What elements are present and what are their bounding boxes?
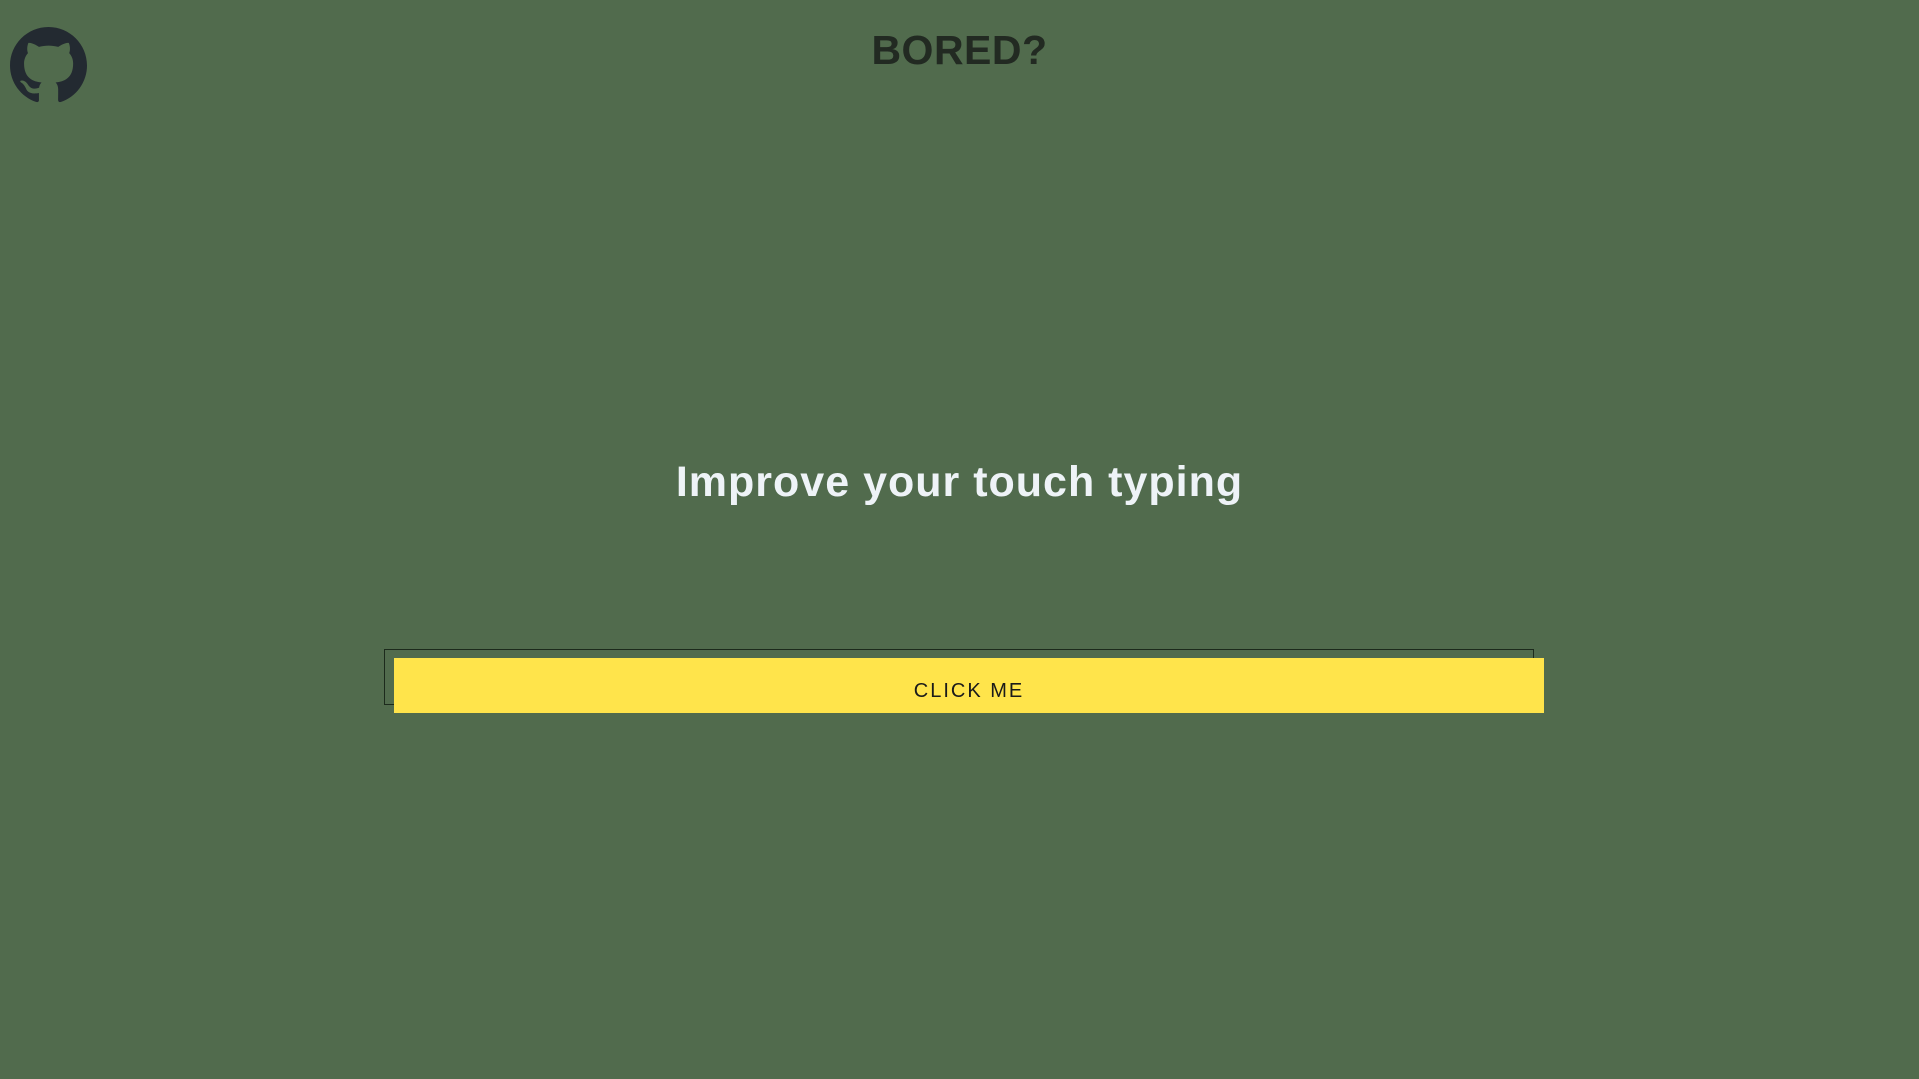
button-outline: CLICK ME [384,649,1544,713]
click-me-button[interactable]: CLICK ME [394,658,1544,713]
page: { "header": { "title": "BORED?", "github… [0,0,1919,1079]
site-title: BORED? [871,27,1048,73]
activity-suggestion: Improve your touch typing [675,458,1244,506]
